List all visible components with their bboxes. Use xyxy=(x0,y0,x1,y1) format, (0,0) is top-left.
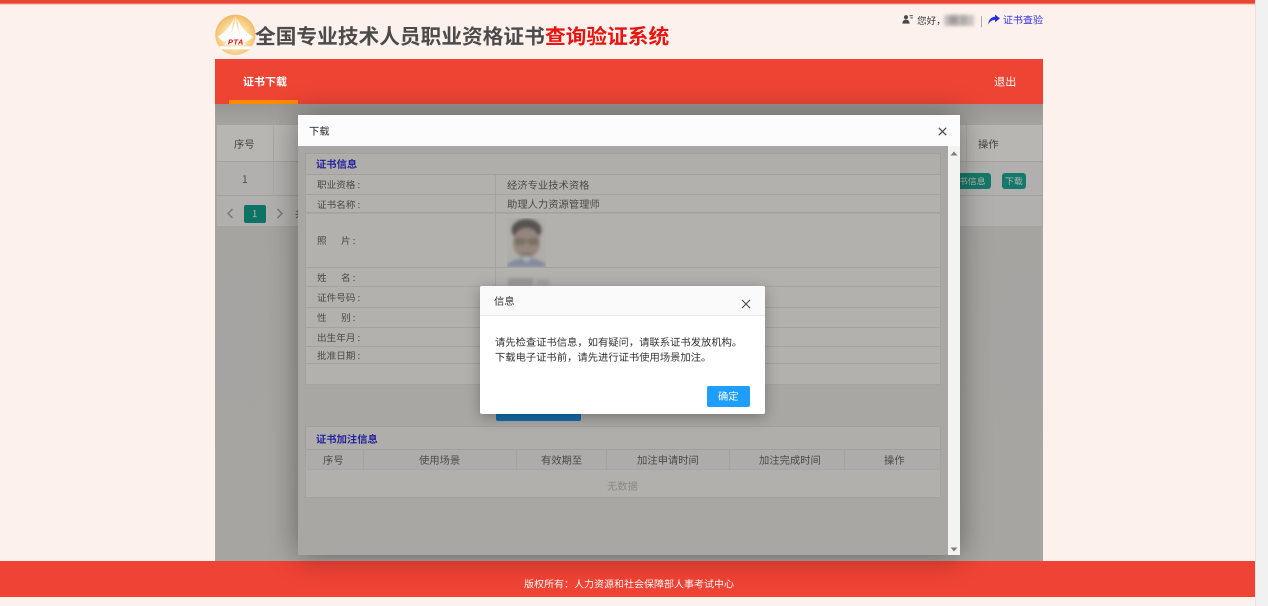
svg-text:PTA: PTA xyxy=(228,37,244,46)
